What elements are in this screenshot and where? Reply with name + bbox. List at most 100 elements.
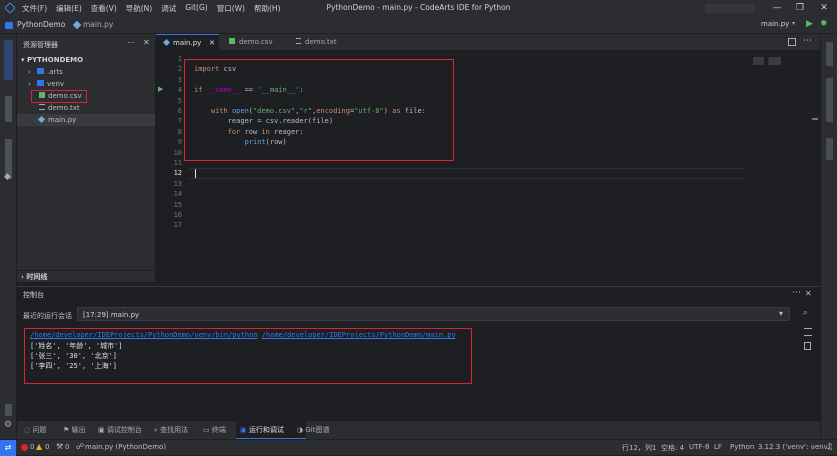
debug-console-icon: ▣	[98, 426, 105, 434]
search-icon[interactable]: ⌕	[803, 308, 807, 318]
line-number: 16	[173, 211, 182, 219]
editor-tabs: main.py ✕ demo.csv demo.txt ⋯	[156, 34, 820, 51]
minimap[interactable]	[753, 57, 781, 65]
line-number: 6	[177, 107, 182, 115]
tree-item-venv[interactable]: › venv	[28, 79, 64, 90]
status-bar: ⇄ 0 ▲ 0 ⚒ 0 ☍ main.py (PythonDemo) 行12，列…	[0, 439, 837, 456]
timeline-section[interactable]: › 时间线	[17, 270, 155, 282]
chevron-down-icon: ▾	[21, 56, 25, 64]
line-number-current: 12	[173, 169, 182, 178]
code-editor[interactable]: 1 2 3 4 5 6 7 8 9 10 11 12 13 14 15 16 1…	[156, 52, 820, 282]
breadcrumb-project[interactable]: PythonDemo	[17, 20, 65, 29]
tab-demo-txt[interactable]: demo.txt	[288, 34, 354, 51]
tab-demo-csv[interactable]: demo.csv	[221, 34, 287, 51]
copy-icon[interactable]	[804, 342, 811, 350]
database-icon[interactable]	[826, 78, 833, 122]
chevron-right-icon: ›	[28, 68, 31, 76]
restore-icon[interactable]: ❐	[794, 2, 806, 14]
tab-find-usages[interactable]: ⌕ 查找用法	[154, 421, 188, 439]
more-icon[interactable]: ⋯	[792, 288, 801, 298]
debug-icon[interactable]: ✹	[820, 19, 828, 29]
ports-count[interactable]: 0	[65, 443, 69, 451]
activity-bar: ◆ ⚙	[0, 34, 17, 439]
python-file-icon	[37, 115, 46, 124]
close-panel-icon[interactable]: ✕	[805, 289, 812, 298]
tab-git-graph[interactable]: ◑ Git图谱	[297, 421, 329, 439]
cursor-position[interactable]: 行12，列1	[622, 443, 656, 453]
console-title: 控制台	[23, 291, 44, 299]
tree-item-demo-txt[interactable]: demo.txt	[39, 103, 80, 114]
notifications-icon[interactable]	[826, 42, 833, 66]
search-icon: ⌕	[154, 426, 158, 434]
breadcrumb-file[interactable]: main.py	[83, 20, 113, 29]
chevron-right-icon: ›	[28, 80, 31, 88]
warning-icon: ▲	[36, 442, 43, 451]
line-ending[interactable]: LF	[714, 443, 722, 451]
indent-setting[interactable]: 空格: 4	[661, 443, 684, 453]
ai-assistant-icon[interactable]	[826, 138, 833, 160]
output-icon: ⚑	[63, 426, 70, 434]
folder-icon	[37, 68, 45, 74]
wrap-icon[interactable]	[804, 328, 812, 336]
run-config-select[interactable]: main.py	[761, 20, 789, 28]
error-icon	[21, 444, 28, 451]
run-gutter-icon[interactable]: ▶	[158, 85, 163, 93]
line-number: 3	[177, 75, 182, 84]
right-tool-bar	[820, 34, 837, 439]
close-panel-icon[interactable]: ✕	[143, 38, 150, 47]
tab-terminal[interactable]: ▭ 终端	[203, 421, 226, 439]
csv-highlight-box	[31, 90, 87, 103]
ports-icon: ⚒	[56, 442, 64, 451]
line-number: 9	[177, 138, 182, 147]
error-count[interactable]: 0	[30, 443, 34, 451]
notifications-icon[interactable]	[5, 404, 12, 416]
tab-main-py[interactable]: main.py ✕	[156, 34, 219, 51]
line-number: 15	[173, 200, 182, 209]
more-icon[interactable]: ⋯	[127, 38, 135, 47]
bell-icon[interactable]: ♫	[826, 442, 833, 451]
tree-item-arts[interactable]: › .arts	[28, 67, 63, 78]
close-tab-icon[interactable]: ✕	[209, 35, 215, 52]
warning-count[interactable]: 0	[45, 443, 49, 451]
context-icon: ☍	[76, 442, 85, 451]
explorer-icon[interactable]	[4, 40, 13, 80]
status-context[interactable]: main.py (PythonDemo)	[85, 443, 166, 451]
line-number: 7	[177, 117, 182, 126]
structure-icon[interactable]	[5, 96, 12, 122]
more-icon[interactable]: ⋯	[803, 36, 812, 46]
line-number: 5	[177, 96, 182, 105]
title-search-box[interactable]	[705, 4, 755, 13]
title-bar: 文件(F) 编辑(E) 查看(V) 导航(N) 调试 Git(G) 窗口(W) …	[0, 0, 837, 17]
chevron-down-icon: ▾	[778, 309, 783, 318]
python-file-icon	[72, 20, 82, 30]
output-highlight-box	[24, 328, 472, 384]
breadcrumb: PythonDemo main.py main.py ▾ ▶ ✹	[0, 17, 837, 34]
language-mode[interactable]: Python	[730, 443, 754, 451]
settings-icon[interactable]: ⚙	[4, 420, 12, 430]
vertical-scrollbar[interactable]	[812, 118, 818, 120]
tree-item-main-py[interactable]: main.py	[37, 115, 76, 126]
remote-icon[interactable]: ⇄	[0, 440, 16, 456]
line-number: 17	[173, 221, 182, 230]
tab-problems[interactable]: ◌ 问题	[24, 421, 46, 439]
chevron-down-icon[interactable]: ▾	[792, 20, 795, 27]
console-panel: 控制台 ⋯ ✕ 最近的运行会话 [17:29] main.py ▾ ⌕ /hom…	[17, 286, 820, 421]
file-encoding[interactable]: UTF-8	[689, 443, 709, 451]
minimize-icon[interactable]: —	[771, 2, 783, 14]
run-icon[interactable]: ▶	[806, 19, 813, 29]
chevron-right-icon: ›	[21, 273, 24, 281]
session-select[interactable]: [17:29] main.py ▾	[77, 307, 790, 321]
text-file-icon	[296, 38, 301, 44]
current-line-highlight	[189, 168, 744, 179]
tab-run-debug[interactable]: ▣ 运行和调试	[236, 421, 306, 439]
line-number: 13	[173, 179, 182, 188]
project-root[interactable]: ▾ PYTHONDEMO	[21, 55, 83, 66]
split-editor-icon[interactable]	[788, 38, 796, 46]
terminal-icon: ▭	[203, 426, 210, 434]
python-interpreter[interactable]: 3.12.3 ('venv': venv)	[758, 443, 830, 451]
extensions-icon[interactable]: ◆	[4, 172, 11, 182]
tab-debug-console[interactable]: ▣ 调试控制台	[98, 421, 142, 439]
tab-output[interactable]: ⚑ 输出	[63, 421, 86, 439]
problems-icon: ◌	[24, 426, 31, 434]
close-icon[interactable]: ✕	[818, 2, 830, 14]
